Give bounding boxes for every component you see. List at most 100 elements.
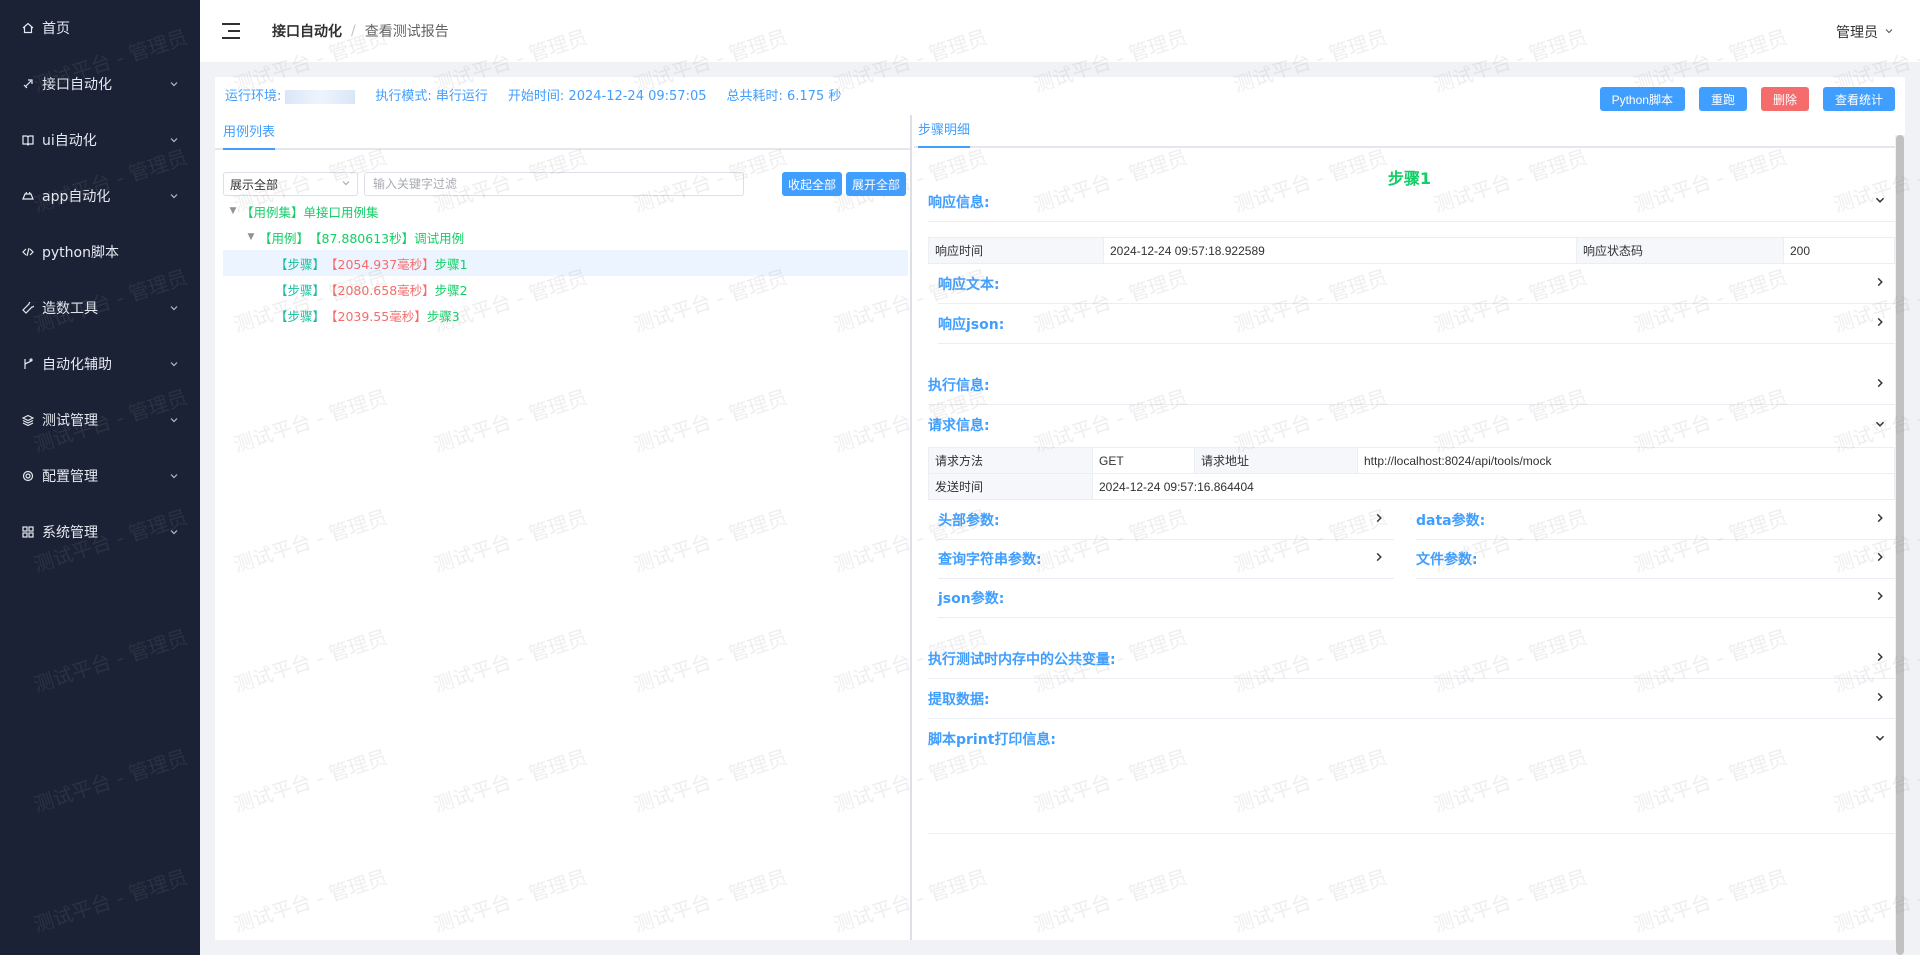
sidebar-item-label: 首页 — [42, 21, 70, 37]
status-code-key: 响应状态码 — [1576, 237, 1784, 264]
report-card: 运行环境: 执行模式: 串行运行 开始时间: 2024-12-24 09:57:… — [215, 77, 1905, 955]
section-request-info[interactable]: 请求信息: — [928, 405, 1895, 445]
response-table: 响应时间 2024-12-24 09:57:18.922589 响应状态码 20… — [928, 237, 1895, 264]
section-data-params[interactable]: data参数: — [1416, 500, 1895, 540]
chevron-down-icon — [168, 414, 180, 426]
tree-node-tag: 【步骤】 — [275, 308, 326, 324]
case-tree: ▼ 【用例集】单接口用例集 ▼ 【用例】 【87.880613秒】 调试用例 【… — [223, 198, 908, 328]
sidebar-item-label: 自动化辅助 — [42, 357, 112, 373]
chevron-right-icon — [1364, 551, 1394, 566]
home-icon — [20, 20, 36, 36]
expand-all-button[interactable]: 展开全部 — [845, 172, 906, 196]
branch-icon — [20, 356, 36, 372]
chevron-down-icon — [1865, 732, 1895, 747]
section-label: 响应信息: — [928, 194, 990, 211]
sidebar-item-app-automation[interactable]: app自动化 — [0, 168, 200, 224]
sidebar-item-python-script[interactable]: python脚本 — [0, 224, 200, 280]
tree-node-label: 步骤3 — [426, 308, 460, 324]
request-method-key: 请求方法 — [928, 447, 1093, 474]
section-label: 文件参数: — [1416, 551, 1478, 568]
chevron-down-icon — [168, 134, 180, 146]
breadcrumb-current: 查看测试报告 — [364, 24, 449, 40]
report-actions: Python脚本 重跑 删除 查看统计 — [1599, 87, 1895, 111]
rerun-button[interactable]: 重跑 — [1698, 87, 1747, 111]
tree-node-suite[interactable]: ▼ 【用例集】单接口用例集 — [223, 198, 908, 224]
run-env-value-masked — [285, 89, 356, 104]
sidebar-item-test-management[interactable]: 测试管理 — [0, 392, 200, 448]
user-name: 管理员 — [1836, 25, 1878, 41]
scrollbar-thumb[interactable] — [1896, 135, 1904, 955]
tree-filter-row: 展示全部 收起全部 展开全部 — [223, 172, 910, 196]
tree-node-case[interactable]: ▼ 【用例】 【87.880613秒】 调试用例 — [223, 224, 908, 250]
request-url-key: 请求地址 — [1194, 447, 1358, 474]
sidebar-item-label: python脚本 — [42, 245, 119, 261]
tree-node-step[interactable]: 【步骤】 【2080.658毫秒】 步骤2 — [223, 276, 908, 302]
layers-icon — [20, 412, 36, 428]
collapse-all-button[interactable]: 收起全部 — [781, 172, 842, 196]
breadcrumb-parent[interactable]: 接口自动化 — [272, 21, 342, 41]
code-icon — [20, 244, 36, 260]
sidebar: 首页 接口自动化 ui自动化 app自动化 python脚本 造数工具 自动化辅… — [0, 0, 200, 955]
section-response-info[interactable]: 响应信息: — [928, 182, 1895, 222]
top-header: 接口自动化 / 查看测试报告 管理员 — [200, 0, 1920, 62]
caret-down-icon[interactable]: ▼ — [227, 206, 239, 216]
run-env-label: 运行环境: — [225, 89, 282, 104]
send-time-value: 2024-12-24 09:57:16.864404 — [1092, 473, 1895, 500]
section-exec-info[interactable]: 执行信息: — [928, 365, 1895, 405]
tab-case-list[interactable]: 用例列表 — [223, 121, 276, 150]
view-stats-button[interactable]: 查看统计 — [1822, 87, 1895, 111]
wrench-icon — [20, 300, 36, 316]
section-label: 响应json: — [938, 316, 1005, 333]
user-menu[interactable]: 管理员 — [1836, 22, 1894, 42]
delete-button[interactable]: 删除 — [1760, 87, 1809, 111]
tree-node-time: 【2080.658毫秒】 — [325, 282, 435, 298]
chevron-down-icon — [1884, 24, 1894, 40]
tree-node-label: 【用例集】单接口用例集 — [241, 204, 379, 220]
section-file-params[interactable]: 文件参数: — [1416, 539, 1895, 579]
grid-icon — [20, 524, 36, 540]
section-public-vars[interactable]: 执行测试时内存中的公共变量: — [928, 639, 1895, 679]
chevron-down-icon — [168, 358, 180, 370]
section-label: data参数: — [1416, 512, 1486, 529]
sidebar-item-api-automation[interactable]: 接口自动化 — [0, 56, 200, 112]
sidebar-item-data-tools[interactable]: 造数工具 — [0, 280, 200, 336]
tree-node-step[interactable]: 【步骤】 【2039.55毫秒】 步骤3 — [223, 302, 908, 328]
sidebar-item-system-management[interactable]: 系统管理 — [0, 504, 200, 560]
section-header-params[interactable]: 头部参数: — [938, 500, 1394, 540]
sidebar-item-ui-automation[interactable]: ui自动化 — [0, 112, 200, 168]
section-script-print[interactable]: 脚本print打印信息: — [928, 719, 1895, 759]
section-label: 执行信息: — [928, 377, 990, 394]
mobile-icon — [20, 188, 36, 204]
caret-down-icon[interactable]: ▼ — [245, 232, 257, 242]
chevron-down-icon — [341, 177, 351, 191]
sidebar-item-home[interactable]: 首页 — [0, 0, 200, 56]
tree-node-tag: 【步骤】 — [275, 282, 326, 298]
sidebar-item-label: 造数工具 — [42, 301, 98, 317]
section-response-text[interactable]: 响应文本: — [938, 264, 1895, 304]
section-query-params[interactable]: 查询字符串参数: — [938, 539, 1394, 579]
section-response-json[interactable]: 响应json: — [938, 304, 1895, 344]
chevron-right-icon — [1865, 512, 1895, 527]
tree-node-tag: 【用例】 — [259, 230, 310, 246]
sidebar-item-label: 系统管理 — [42, 525, 98, 541]
tree-node-step[interactable]: 【步骤】 【2054.937毫秒】 步骤1 — [223, 250, 908, 276]
section-json-params[interactable]: json参数: — [938, 578, 1895, 618]
run-total-time: 总共耗时: 6.175 秒 — [726, 89, 842, 104]
tab-step-detail[interactable]: 步骤明细 — [918, 119, 971, 148]
menu-toggle-icon[interactable] — [222, 23, 240, 39]
step-detail-panel: 步骤明细 步骤1 响应信息: 响应时间 2024-12-24 09:57:18.… — [914, 115, 1905, 955]
keyword-filter-input[interactable] — [364, 172, 744, 196]
vertical-scrollbar[interactable] — [1895, 135, 1905, 955]
send-time-key: 发送时间 — [928, 473, 1093, 500]
section-extract-data[interactable]: 提取数据: — [928, 679, 1895, 719]
sidebar-item-config-management[interactable]: 配置管理 — [0, 448, 200, 504]
sidebar-item-label: 配置管理 — [42, 469, 98, 485]
python-script-button[interactable]: Python脚本 — [1599, 87, 1685, 111]
display-filter-select[interactable]: 展示全部 — [223, 172, 358, 196]
chevron-right-icon — [1364, 512, 1394, 527]
sidebar-item-automation-assist[interactable]: 自动化辅助 — [0, 336, 200, 392]
chevron-down-icon — [168, 470, 180, 482]
chevron-right-icon — [1865, 651, 1895, 666]
section-label: 请求信息: — [928, 418, 990, 434]
run-mode: 执行模式: 串行运行 — [375, 89, 488, 104]
